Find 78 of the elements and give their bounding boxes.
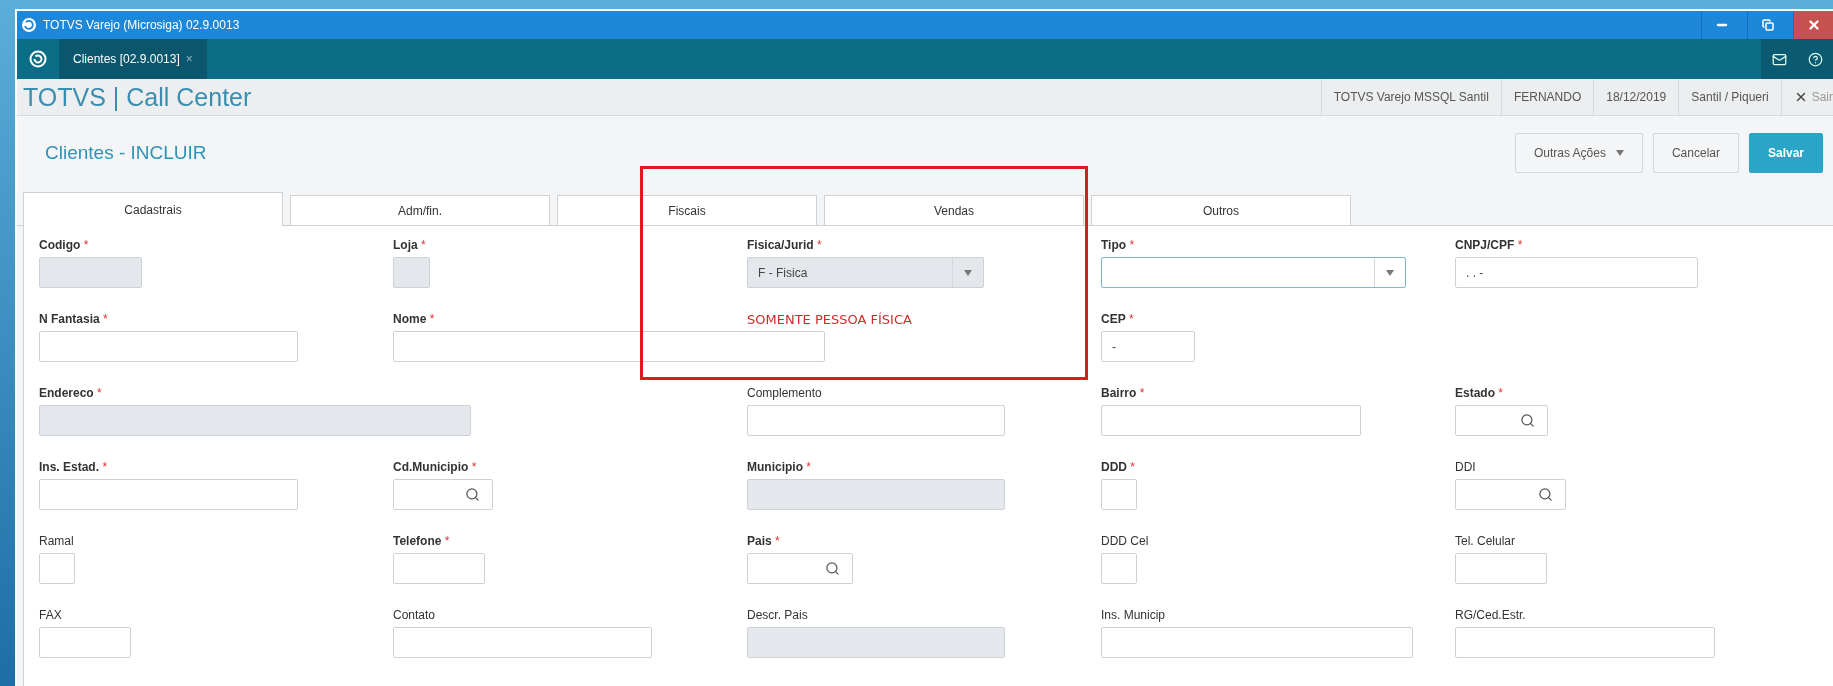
field-label: Loja *: [393, 238, 427, 252]
more-actions-button[interactable]: Outras Ações: [1514, 133, 1643, 173]
tab-close[interactable]: ×: [185, 52, 193, 66]
form-tab[interactable]: Outros: [1091, 195, 1351, 225]
form-tab[interactable]: Adm/fin.: [290, 195, 550, 225]
restore-icon: [1761, 19, 1774, 31]
search-icon: [825, 561, 840, 576]
lookup-field[interactable]: [393, 479, 493, 510]
field-label: Complemento: [747, 386, 823, 400]
window-title: TOTVS Varejo (Microsiga) 02.9.0013: [43, 18, 241, 32]
input-field[interactable]: [1455, 553, 1547, 584]
input-field[interactable]: [39, 479, 298, 510]
annotation-note: SOMENTE PESSOA FÍSICA: [747, 312, 913, 327]
field-label: DDD *: [1101, 460, 1136, 474]
field-label: Nome *: [393, 312, 436, 326]
field-label: Tel. Celular: [1455, 534, 1517, 548]
input-field[interactable]: [39, 627, 131, 658]
input-field[interactable]: [393, 553, 485, 584]
help-icon[interactable]: [1797, 39, 1833, 79]
header-info: Santil / Piqueri: [1678, 79, 1781, 115]
field-label: Ramal: [39, 534, 75, 548]
search-icon: [1538, 487, 1553, 502]
input-field[interactable]: [1455, 627, 1715, 658]
input-field[interactable]: -: [1101, 331, 1195, 362]
input-field[interactable]: [1101, 405, 1361, 436]
field-label: FAX: [39, 608, 63, 622]
search-icon: [465, 487, 480, 502]
field-label: N Fantasia *: [39, 312, 109, 326]
form-tab[interactable]: Cadastrais: [23, 192, 283, 226]
input-field[interactable]: [1101, 553, 1137, 584]
input-field[interactable]: [393, 331, 825, 362]
field-label: Ins. Municip: [1101, 608, 1167, 622]
dropdown-field[interactable]: [1101, 257, 1406, 288]
field-label: Tipo *: [1101, 238, 1136, 252]
page-title: Clientes - INCLUIR: [45, 142, 208, 164]
field-label: Fisica/Jurid *: [747, 238, 823, 252]
input-field[interactable]: [39, 331, 298, 362]
field-label: Bairro *: [1101, 386, 1146, 400]
field-label: Municipio *: [747, 460, 812, 474]
lookup-field[interactable]: [1455, 479, 1566, 510]
lookup-field[interactable]: [747, 553, 853, 584]
input-field[interactable]: [747, 405, 1005, 436]
input-field[interactable]: [1101, 627, 1413, 658]
dropdown-caret-icon: [964, 269, 972, 276]
search-icon: [1520, 413, 1535, 428]
header-info: 18/12/2019: [1593, 79, 1679, 115]
app-tab[interactable]: Clientes [02.9.0013] ×: [59, 39, 207, 79]
field-label: Contato: [393, 608, 437, 622]
form-tab[interactable]: Fiscais: [557, 195, 817, 225]
field-label: RG/Ced.Estr.: [1455, 608, 1527, 622]
field-label: CEP *: [1101, 312, 1135, 326]
app-title: TOTVS | Call Center: [23, 82, 253, 112]
input-field[interactable]: [393, 627, 652, 658]
header-info: FERNANDO: [1500, 79, 1594, 115]
input-field[interactable]: [1101, 479, 1137, 510]
header-info: TOTVS Varejo MSSQL Santil: [1320, 79, 1501, 115]
field-label: Estado *: [1455, 386, 1505, 400]
field-label: Codigo *: [39, 238, 90, 252]
field-label: Pais *: [747, 534, 781, 548]
lookup-field[interactable]: [1455, 405, 1548, 436]
field-label: Ins. Estad. *: [39, 460, 109, 474]
app-logo-icon: [21, 17, 37, 33]
form-tab[interactable]: Vendas: [824, 195, 1084, 225]
input-field[interactable]: . . -: [1455, 257, 1698, 288]
field-label: Cd.Municipio *: [393, 460, 478, 474]
field-label: Telefone *: [393, 534, 451, 548]
dropdown-caret-icon: [1615, 150, 1624, 156]
field-label: Endereco *: [39, 386, 103, 400]
mail-icon[interactable]: [1761, 39, 1797, 79]
field-label: Descr. Pais: [747, 608, 809, 622]
cancel-button[interactable]: Cancelar: [1652, 133, 1739, 173]
dropdown-caret-icon: [1386, 269, 1394, 276]
close-button[interactable]: [1793, 11, 1833, 39]
field-label: DDD Cel: [1101, 534, 1150, 548]
close-icon: [1806, 18, 1821, 32]
field-label: CNPJ/CPF *: [1455, 238, 1524, 252]
input-field[interactable]: [39, 553, 75, 584]
field-label: DDI: [1455, 460, 1477, 474]
